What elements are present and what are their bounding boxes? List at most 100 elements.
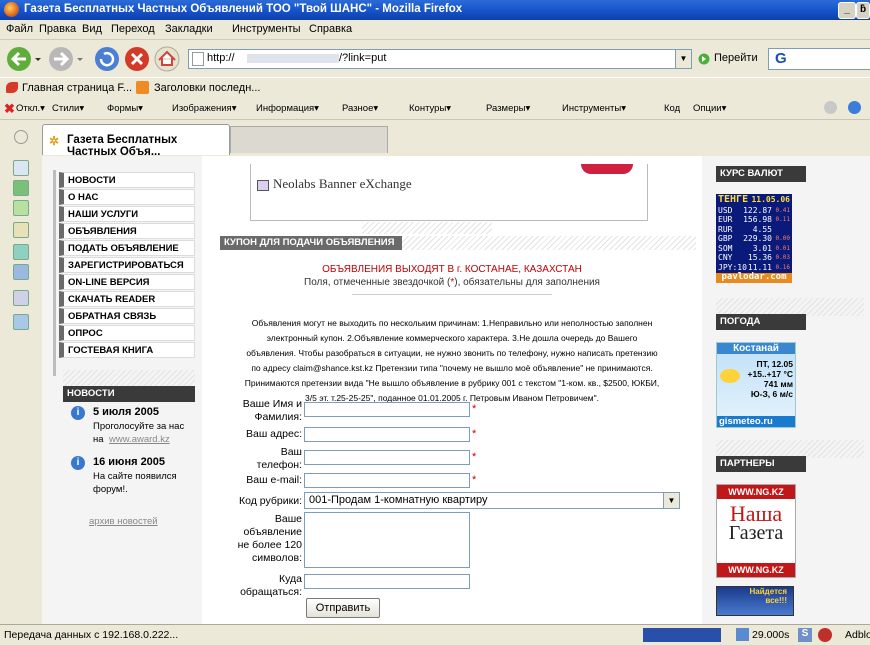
nav-submit-ad[interactable]: ПОДАТЬ ОБЪЯВЛЕНИЕ (59, 240, 195, 256)
partner-logo-1: Наша (729, 501, 783, 526)
wd-css[interactable]: Стили▾ (52, 103, 84, 114)
news-date-1: 5 июля 2005 (93, 406, 159, 418)
weather-widget[interactable]: Костанай ПТ, 12.05 +15..+17 °C 741 мм Ю-… (716, 342, 796, 428)
nav-about[interactable]: О НАС (59, 189, 195, 205)
name-required: * (472, 403, 477, 415)
menu-file[interactable]: Файл (6, 23, 33, 35)
email-required: * (472, 474, 477, 486)
nav-news[interactable]: НОВОСТИ (59, 172, 195, 188)
tab-active[interactable]: ✲ Газета Бесплатных Частных Объя... (42, 124, 230, 158)
rubric-label: Код рубрики: (239, 495, 302, 507)
forward-icon[interactable] (48, 46, 84, 72)
ad-text-area[interactable] (304, 512, 470, 568)
minimize-button[interactable]: _ (838, 2, 856, 19)
email-input[interactable] (304, 473, 470, 488)
rubric-value: 001-Продам 1-комнатную квартиру (309, 494, 488, 506)
history-icon[interactable] (14, 130, 28, 144)
menu-bookmarks[interactable]: Закладки (165, 23, 213, 35)
url-suffix: /?link=put (339, 52, 387, 64)
nav-download-reader[interactable]: СКАЧАТЬ READER (59, 291, 195, 307)
address-input[interactable] (304, 427, 470, 442)
sidebar-icon-2[interactable] (13, 180, 29, 196)
menu-tools[interactable]: Инструменты (232, 23, 301, 35)
maximize-button[interactable]: ƃ (856, 2, 870, 19)
partners-header: ПАРТНЕРЫ (716, 456, 806, 472)
nav-poll[interactable]: ОПРОС (59, 325, 195, 341)
info-icon[interactable] (848, 101, 861, 114)
currency-rate: 122.87 (743, 205, 772, 215)
menu-help[interactable]: Справка (309, 23, 352, 35)
wd-forms[interactable]: Формы▾ (107, 103, 143, 114)
currency-row: USD 122.87 0.41 (716, 206, 792, 216)
phone-input[interactable] (304, 450, 470, 465)
currency-row: GBP 229.30 0.00 (716, 234, 792, 244)
partner-banner-ng[interactable]: WWW.NG.KZ Наша Газета WWW.NG.KZ (716, 484, 796, 578)
currency-row: JPY:10 11.11 0.16 (716, 263, 792, 273)
status-text: Передача данных с 192.168.0.222... (4, 629, 179, 641)
wd-source[interactable]: Код (664, 103, 680, 114)
currency-source[interactable]: pavlodar.com (716, 272, 792, 283)
currency-brand: ТЕНГЕ (718, 194, 749, 205)
partner-banner-found[interactable]: Найдется все!!! (716, 586, 794, 616)
nav-services[interactable]: НАШИ УСЛУГИ (59, 206, 195, 222)
stop-icon[interactable] (124, 46, 150, 72)
back-icon[interactable] (6, 46, 42, 72)
wd-images[interactable]: Изображения▾ (172, 103, 236, 114)
tab-inactive[interactable] (230, 126, 388, 153)
banner-exchange[interactable]: Neolabs Banner eXchange (250, 164, 648, 221)
adblock-icon[interactable] (818, 628, 832, 642)
url-field[interactable]: http:// /?link=put ▼ (188, 49, 692, 69)
rubric-select[interactable]: 001-Продам 1-комнатную квартиру ▼ (304, 492, 680, 509)
wd-options[interactable]: Опции▾ (693, 103, 726, 114)
currency-widget[interactable]: ТЕНГЕ 11.05.06 USD 122.87 0.41 EUR 156.98 0.11… (716, 194, 792, 283)
nav-ads[interactable]: ОБЪЯВЛЕНИЯ (59, 223, 195, 239)
sidebar-icon-3[interactable] (13, 200, 29, 216)
url-dropdown-icon[interactable]: ▼ (675, 50, 691, 68)
search-input[interactable]: G (768, 48, 870, 70)
sidebar-icon-7[interactable] (13, 290, 29, 306)
wd-resize[interactable]: Размеры▾ (486, 103, 530, 114)
contact-input[interactable] (304, 574, 470, 589)
currency-rates: USD 122.87 0.41 EUR 156.98 0.11 RUR 4.55 GBP 229.… (716, 206, 792, 273)
bookmark-latest-headlines[interactable]: Заголовки последн... (154, 82, 260, 94)
wd-outline[interactable]: Контуры▾ (409, 103, 451, 114)
go-icon[interactable] (698, 53, 710, 65)
reload-icon[interactable] (94, 46, 120, 72)
submit-button[interactable]: Отправить (306, 598, 380, 618)
partner-logo-2: Газета (728, 522, 784, 544)
weather-city: Костанай (717, 343, 795, 354)
menu-go[interactable]: Переход (111, 23, 155, 35)
go-button[interactable]: Перейти (714, 52, 758, 64)
sidebar-icon-4[interactable] (13, 222, 29, 238)
wd-information[interactable]: Информация▾ (256, 103, 319, 114)
adblock-label[interactable]: Adblo (845, 629, 870, 641)
sidebar-icon-6[interactable] (13, 264, 29, 280)
firefox-icon (4, 2, 19, 17)
weather-source[interactable]: gismeteo.ru (717, 416, 795, 427)
nav-feedback[interactable]: ОБРАТНАЯ СВЯЗЬ (59, 308, 195, 324)
news-link-award[interactable]: www.award.kz (109, 434, 170, 445)
home-icon[interactable] (154, 46, 180, 72)
currency-delta: 0.41 (775, 206, 790, 214)
nav-guestbook[interactable]: ГОСТЕВАЯ КНИГА (59, 342, 195, 358)
sidebar-icon-1[interactable] (13, 160, 29, 176)
sidebar-icon-8[interactable] (13, 314, 29, 330)
wd-misc[interactable]: Разное▾ (342, 103, 378, 114)
bookmark-firefox-home[interactable]: Главная страница F... (22, 82, 132, 94)
info-icon: i (71, 456, 85, 470)
currency-row: SOM 3.01 0.01 (716, 244, 792, 254)
name-input[interactable] (304, 402, 470, 417)
nav-online[interactable]: ON-LINE ВЕРСИЯ (59, 274, 195, 290)
rubric-dropdown-icon[interactable]: ▼ (663, 493, 679, 508)
rules-line-5: Принимаются претензии вида "Не вышло объ… (244, 378, 660, 388)
news-archive-link[interactable]: архив новостей (89, 516, 158, 527)
sidebar-icon-5[interactable] (13, 244, 29, 260)
menu-edit[interactable]: Правка (39, 23, 76, 35)
menu-view[interactable]: Вид (82, 23, 102, 35)
wd-disable[interactable]: Откл.▾ (16, 103, 45, 114)
nav-register[interactable]: ЗАРЕГИСТРИРОВАТЬСЯ (59, 257, 195, 273)
currency-delta: 0.01 (775, 244, 790, 252)
contact-label-l1: Куда (279, 573, 302, 585)
wd-tools[interactable]: Инструменты▾ (562, 103, 626, 114)
s-icon[interactable]: S (798, 628, 812, 642)
